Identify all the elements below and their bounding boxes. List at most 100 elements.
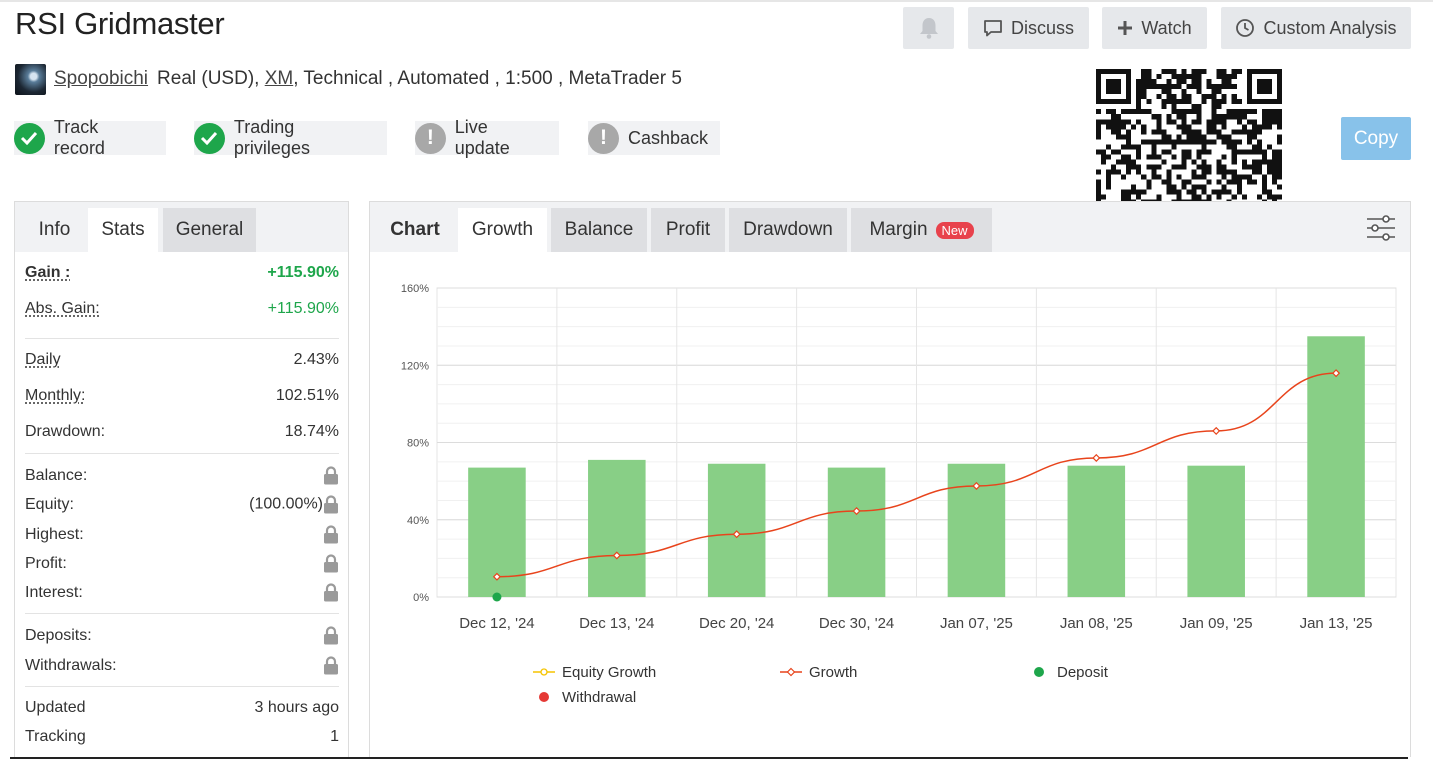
badge-label: Cashback — [627, 127, 708, 148]
stat-value: +115.90% — [267, 300, 339, 317]
plus-icon — [1118, 21, 1133, 35]
badge-label: Live update — [454, 117, 510, 158]
tab-stats[interactable]: Stats — [88, 208, 158, 252]
discuss-button[interactable]: Discuss — [968, 7, 1089, 49]
exclamation-icon: ! — [415, 122, 446, 154]
avatar[interactable] — [15, 64, 46, 95]
check-icon — [14, 122, 45, 154]
stat-label[interactable]: Gain : — [25, 264, 70, 282]
stat-label: Withdrawals: — [25, 656, 117, 674]
tab-margin-label: Margin — [869, 219, 928, 240]
chart-panel: Chart Growth Balance Profit Drawdown Mar… — [369, 201, 1411, 757]
x-tick-label: Jan 08, '25 — [1060, 615, 1133, 632]
legend-marker — [539, 692, 549, 702]
stat-abs-gain: Abs. Gain: +115.90% — [25, 300, 339, 318]
stat-drawdown: Drawdown: 18.74% — [25, 423, 339, 441]
clock-icon — [1236, 19, 1255, 37]
bottom-border — [10, 757, 1408, 759]
user-link[interactable]: Spopobichi — [54, 68, 148, 89]
y-tick-label: 0% — [413, 592, 429, 604]
discuss-label: Discuss — [1010, 17, 1074, 38]
bell-icon — [919, 18, 938, 39]
account-type: Real (USD), — [157, 68, 260, 89]
x-tick-label: Jan 07, '25 — [940, 615, 1013, 632]
bar — [1187, 465, 1245, 597]
stat-label: Highest: — [25, 525, 84, 543]
badge-track-record[interactable]: Track record — [14, 117, 166, 158]
stat-updated: Updated 3 hours ago — [25, 699, 339, 717]
stat-value: 2.43% — [293, 351, 339, 368]
legend-label: Growth — [809, 664, 857, 681]
lock-icon — [323, 466, 339, 485]
legend-item[interactable]: Growth — [780, 664, 857, 681]
stat-withdrawals: Withdrawals: — [25, 656, 339, 675]
legend-item[interactable]: Withdrawal — [539, 689, 636, 706]
tab-drawdown[interactable]: Drawdown — [729, 208, 847, 252]
y-tick-label: 120% — [401, 360, 429, 372]
stat-label[interactable]: Monthly: — [25, 387, 85, 405]
custom-analysis-label: Custom Analysis — [1263, 17, 1397, 38]
top-border — [0, 0, 1433, 2]
broker-link[interactable]: XM — [265, 68, 294, 89]
tab-margin[interactable]: Margin New — [851, 208, 992, 252]
y-tick-label: 160% — [401, 283, 429, 295]
copy-button[interactable]: Copy — [1341, 117, 1411, 160]
lock-icon — [323, 554, 339, 573]
x-tick-label: Dec 20, '24 — [699, 615, 774, 632]
check-icon — [194, 122, 225, 154]
tab-profit[interactable]: Profit — [651, 208, 725, 252]
stat-value: 3 hours ago — [254, 699, 339, 716]
x-tick-label: Dec 13, '24 — [579, 615, 654, 632]
stat-monthly: Monthly: 102.51% — [25, 387, 339, 405]
lock-icon — [323, 626, 339, 645]
stat-label[interactable]: Daily — [25, 351, 61, 369]
stat-interest: Interest: — [25, 583, 339, 602]
lock-icon — [323, 525, 339, 544]
watch-label: Watch — [1141, 17, 1192, 38]
badge-cashback[interactable]: ! Cashback — [588, 121, 720, 155]
stat-label: Interest: — [25, 583, 83, 601]
badge-label: Trading privileges — [233, 117, 310, 158]
legend-item[interactable]: Deposit — [1034, 664, 1109, 681]
stat-label[interactable]: Abs. Gain: — [25, 300, 100, 318]
tab-balance[interactable]: Balance — [551, 208, 647, 252]
stat-value: 102.51% — [275, 387, 339, 404]
legend-marker — [786, 667, 796, 677]
chat-icon — [984, 20, 1002, 37]
x-tick-label: Jan 13, '25 — [1300, 615, 1373, 632]
stat-balance: Balance: — [25, 466, 339, 485]
legend: Equity Growth Growth Deposit Withdrawal — [533, 664, 1109, 706]
badge-live-update[interactable]: ! Live update — [415, 117, 559, 158]
stat-tracking: Tracking 1 — [25, 728, 339, 746]
exclamation-icon: ! — [588, 122, 619, 154]
new-badge: New — [935, 221, 974, 239]
badge-trading-privileges[interactable]: Trading privileges — [194, 117, 387, 158]
legend-label: Equity Growth — [562, 664, 656, 681]
stat-label: Drawdown: — [25, 423, 106, 440]
stat-profit: Profit: — [25, 554, 339, 573]
tab-general[interactable]: General — [163, 208, 256, 252]
bar — [1067, 465, 1126, 597]
deposit-point — [492, 592, 502, 602]
custom-analysis-button[interactable]: Custom Analysis — [1221, 7, 1411, 49]
legend-marker — [1034, 667, 1044, 677]
bar — [588, 459, 646, 597]
stat-value: 1 — [330, 728, 339, 745]
tab-info[interactable]: Info — [21, 208, 88, 252]
divider — [25, 686, 339, 687]
account-details: , Technical , Automated , 1:500 , MetaTr… — [293, 68, 682, 89]
page-title: RSI Gridmaster — [15, 6, 225, 41]
chart-settings-icon[interactable] — [1366, 214, 1396, 242]
legend-item[interactable]: Equity Growth — [533, 664, 656, 681]
notify-button[interactable] — [903, 7, 954, 49]
divider — [25, 338, 339, 339]
stat-label: Deposits: — [25, 626, 92, 644]
stat-label: Equity: — [25, 495, 74, 513]
legend-marker — [540, 668, 548, 676]
stat-daily: Daily 2.43% — [25, 351, 339, 369]
chart-tabs: Chart Growth Balance Profit Drawdown Mar… — [370, 202, 1410, 252]
tab-growth[interactable]: Growth — [458, 208, 547, 252]
stat-label: Balance: — [25, 466, 88, 484]
lock-icon — [323, 583, 339, 602]
watch-button[interactable]: Watch — [1102, 7, 1207, 49]
